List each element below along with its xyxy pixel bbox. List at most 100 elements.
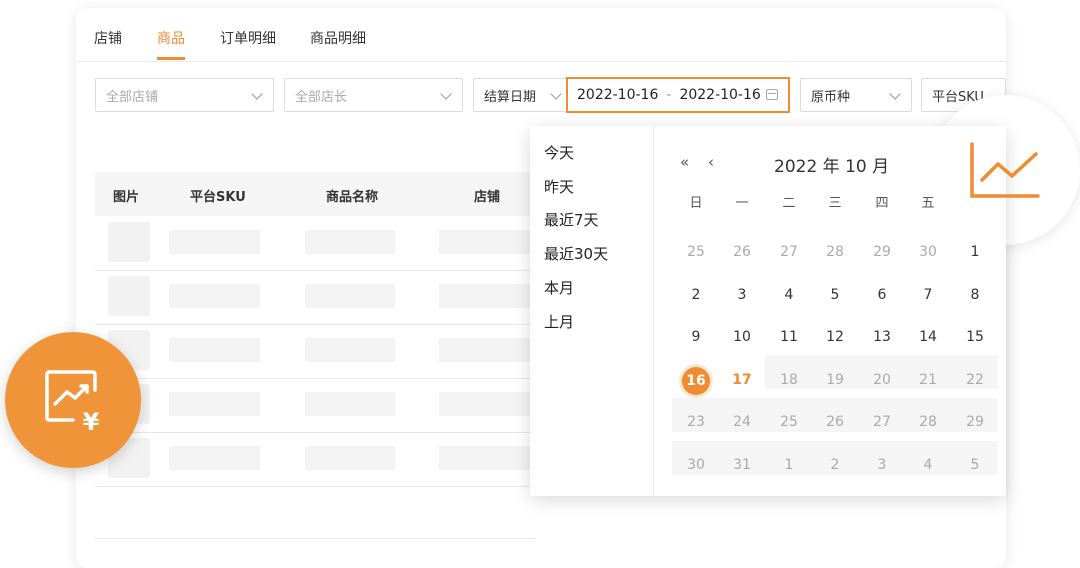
chevron-down-icon <box>251 88 263 100</box>
weekday-label: 四 <box>875 196 889 211</box>
shortcut-today[interactable]: 今天 <box>544 142 574 163</box>
calendar-day[interactable]: 28 <box>911 414 945 430</box>
calendar-day[interactable]: 19 <box>818 372 852 388</box>
calendar-day[interactable]: 2 <box>679 287 713 303</box>
chevron-down-icon <box>550 88 562 100</box>
calendar-day[interactable]: 29 <box>865 244 899 260</box>
cell-placeholder <box>439 284 535 308</box>
currency-select-value: 原币种 <box>811 89 851 105</box>
shortcut-this-month[interactable]: 本月 <box>544 277 574 298</box>
svg-text:¥: ¥ <box>83 408 100 432</box>
calendar-day[interactable]: 4 <box>772 287 806 303</box>
calendar-day[interactable]: 14 <box>911 329 945 345</box>
store-select[interactable]: 全部店铺 <box>95 78 274 112</box>
cell-placeholder <box>439 446 535 470</box>
tab-store[interactable]: 店铺 <box>94 28 122 48</box>
calendar-day[interactable]: 8 <box>958 287 992 303</box>
date-type-select[interactable]: 结算日期 <box>473 78 569 112</box>
currency-select[interactable]: 原币种 <box>800 78 912 112</box>
calendar-day[interactable]: 23 <box>679 414 713 430</box>
cell-placeholder <box>305 284 395 308</box>
cell-placeholder <box>439 230 535 254</box>
weekday-label: 二 <box>782 196 796 211</box>
date-type-value: 结算日期 <box>484 89 537 105</box>
calendar-day[interactable]: 16 <box>682 367 710 395</box>
tab-order-details[interactable]: 订单明细 <box>220 28 276 48</box>
tab-product-details[interactable]: 商品明细 <box>310 28 366 48</box>
chart-yuan-icon: ¥ <box>45 370 100 432</box>
cell-placeholder <box>305 230 395 254</box>
calendar-day[interactable]: 9 <box>679 329 713 345</box>
revenue-badge: ¥ <box>5 332 141 468</box>
calendar-day[interactable]: 30 <box>679 457 713 473</box>
calendar-icon[interactable] <box>766 89 778 100</box>
calendar-day[interactable]: 3 <box>725 287 759 303</box>
image-placeholder <box>108 222 150 262</box>
prev-month-button[interactable]: ‹ <box>708 153 714 171</box>
calendar-day[interactable]: 26 <box>818 414 852 430</box>
calendar-day[interactable]: 27 <box>865 414 899 430</box>
column-header-product-name: 商品名称 <box>326 190 379 205</box>
calendar-day[interactable]: 22 <box>958 372 992 388</box>
calendar-day[interactable]: 17 <box>725 372 759 388</box>
shortcut-last-7-days[interactable]: 最近7天 <box>544 209 599 230</box>
manager-select[interactable]: 全部店长 <box>284 78 463 112</box>
calendar-day[interactable]: 31 <box>725 457 759 473</box>
calendar-day[interactable]: 18 <box>772 372 806 388</box>
tab-divider <box>76 61 1006 62</box>
calendar-day[interactable]: 12 <box>818 329 852 345</box>
picker-divider <box>653 126 654 496</box>
chevron-down-icon <box>440 88 452 100</box>
calendar-day[interactable]: 10 <box>725 329 759 345</box>
calendar-day[interactable]: 29 <box>958 414 992 430</box>
calendar-day[interactable]: 5 <box>958 457 992 473</box>
calendar-day[interactable]: 4 <box>911 457 945 473</box>
tab-product[interactable]: 商品 <box>157 28 185 48</box>
shortcut-yesterday[interactable]: 昨天 <box>544 176 574 197</box>
calendar-day[interactable]: 25 <box>679 244 713 260</box>
calendar-day[interactable]: 20 <box>865 372 899 388</box>
table-header: 图片 平台SKU 商品名称 店铺 <box>95 172 535 216</box>
column-header-sku: 平台SKU <box>190 190 246 205</box>
table-bottom-border <box>95 538 535 539</box>
date-range-input[interactable]: 2022-10-16 - 2022-10-16 <box>566 77 790 113</box>
cell-placeholder <box>439 392 535 416</box>
calendar-day[interactable]: 1 <box>772 457 806 473</box>
cell-placeholder <box>169 230 260 254</box>
cell-placeholder <box>305 446 395 470</box>
trend-line-icon <box>970 142 1040 198</box>
calendar-day[interactable]: 13 <box>865 329 899 345</box>
calendar-day[interactable]: 1 <box>958 244 992 260</box>
calendar-day[interactable]: 28 <box>818 244 852 260</box>
calendar-day[interactable]: 2 <box>818 457 852 473</box>
calendar-day[interactable]: 6 <box>865 287 899 303</box>
table-row <box>95 432 535 487</box>
cell-placeholder <box>305 338 395 362</box>
calendar-day[interactable]: 25 <box>772 414 806 430</box>
image-placeholder <box>108 276 150 316</box>
shortcut-last-month[interactable]: 上月 <box>544 311 574 332</box>
manager-select-value: 全部店长 <box>295 89 348 105</box>
calendar-day[interactable]: 24 <box>725 414 759 430</box>
table-row <box>95 270 535 325</box>
calendar-day[interactable]: 27 <box>772 244 806 260</box>
table-row <box>95 324 535 379</box>
calendar-day[interactable]: 30 <box>911 244 945 260</box>
cell-placeholder <box>169 446 260 470</box>
calendar-day[interactable]: 3 <box>865 457 899 473</box>
column-header-image: 图片 <box>113 190 140 205</box>
store-select-value: 全部店铺 <box>106 89 159 105</box>
calendar-day[interactable]: 7 <box>911 287 945 303</box>
shortcut-last-30-days[interactable]: 最近30天 <box>544 243 608 264</box>
weekday-label: 三 <box>828 196 842 211</box>
calendar-day[interactable]: 11 <box>772 329 806 345</box>
cell-placeholder <box>305 392 395 416</box>
calendar-day[interactable]: 21 <box>911 372 945 388</box>
calendar-day[interactable]: 5 <box>818 287 852 303</box>
prev-year-button[interactable]: « <box>680 153 689 171</box>
calendar-day[interactable]: 15 <box>958 329 992 345</box>
calendar-day[interactable]: 26 <box>725 244 759 260</box>
table-row <box>95 378 535 433</box>
weekday-label: 五 <box>921 196 935 211</box>
cell-placeholder <box>169 338 260 362</box>
